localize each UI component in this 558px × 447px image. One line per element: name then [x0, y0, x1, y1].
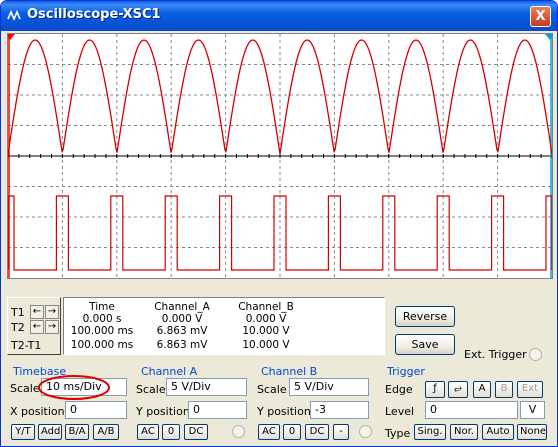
header-channel-a: Channel_A [154, 301, 210, 313]
trigger-level-field[interactable]: 0 [425, 401, 518, 419]
t1-label: T1 [11, 306, 25, 319]
t2-label: T2 [11, 321, 25, 334]
ext-trigger-label: Ext. Trigger [464, 348, 527, 361]
delta-channel-b: 10.000 V [242, 339, 290, 351]
edge-falling-button[interactable]: ⥂ [448, 381, 468, 398]
edge-rising-button[interactable]: ƒ [425, 381, 445, 398]
channel-a-ac-button[interactable]: AC [137, 424, 159, 440]
t2-right-arrow-button[interactable]: → [45, 320, 59, 334]
channel-b-ypos-label: Y position [257, 405, 311, 418]
waveform-plot [8, 34, 552, 278]
channel-b-scale-label: Scale [257, 383, 287, 396]
oscilloscope-window: Oscilloscope-XSC1 X T1 ← → T2 ← → T2-T1 … [0, 0, 558, 447]
channel-a-scale-field[interactable]: 5 V/Div [166, 378, 247, 396]
scale-highlight-ellipse [38, 375, 110, 400]
t1-channel-a: 0.000 V [161, 313, 203, 325]
close-button[interactable]: X [530, 6, 551, 27]
channel-b-ac-button[interactable]: AC [258, 424, 280, 440]
channel-b-zero-button[interactable]: 0 [283, 424, 301, 440]
trigger-auto-button[interactable]: Auto [482, 424, 514, 440]
ext-trigger-terminal[interactable] [529, 348, 542, 361]
channel-b-dc-button[interactable]: DC [305, 424, 329, 440]
t2-left-arrow-button[interactable]: ← [30, 320, 44, 334]
t1-time: 0.000 s [82, 313, 122, 325]
channel-b-terminal[interactable] [359, 425, 372, 438]
channel-a-scale-label: Scale [136, 383, 166, 396]
trigger-level-label: Level [385, 405, 415, 418]
channel-a-dc-button[interactable]: DC [184, 424, 208, 440]
channel-a-ypos-label: Y position [136, 405, 190, 418]
trigger-level-unit[interactable]: V [520, 401, 545, 419]
oscilloscope-app-icon [7, 9, 21, 22]
trigger-edge-label: Edge [385, 383, 413, 396]
t2-t1-label: T2-T1 [11, 339, 42, 352]
header-time: Time [89, 301, 115, 313]
channel-b-title: Channel B [261, 365, 318, 378]
trigger-normal-button[interactable]: Nor. [450, 424, 478, 440]
title-bar[interactable]: Oscilloscope-XSC1 X [1, 1, 557, 31]
trigger-source-a-button[interactable]: A [473, 381, 491, 398]
scope-display [7, 33, 553, 279]
timebase-xpos-field[interactable]: 0 [65, 401, 127, 419]
window-title: Oscilloscope-XSC1 [27, 7, 161, 22]
mode-ab-button[interactable]: A/B [93, 424, 119, 440]
mode-yt-button[interactable]: Y/T [11, 424, 35, 440]
save-button[interactable]: Save [395, 334, 455, 355]
mode-add-button[interactable]: Add [38, 424, 62, 440]
t1-right-arrow-button[interactable]: → [45, 305, 59, 319]
trigger-none-button[interactable]: None [517, 424, 547, 440]
channel-a-zero-button[interactable]: 0 [162, 424, 180, 440]
timebase-xpos-label: X position [10, 405, 65, 418]
mode-ba-button[interactable]: B/A [65, 424, 89, 440]
trigger-type-label: Type [385, 427, 411, 440]
channel-b-ypos-field[interactable]: -3 [310, 401, 369, 419]
trigger-source-ext-button[interactable]: Ext [517, 381, 543, 398]
reverse-button[interactable]: Reverse [395, 306, 455, 327]
t2-channel-b: 10.000 V [242, 325, 290, 337]
measurement-table: Time Channel_A Channel_B 0.000 s 0.000 V… [63, 297, 385, 355]
t1-channel-b: 0.000 V [245, 313, 287, 325]
cursor-controls: T1 ← → T2 ← → T2-T1 [7, 297, 61, 355]
channel-a-terminal[interactable] [232, 425, 245, 438]
delta-time: 100.000 ms [70, 339, 134, 351]
trigger-title: Trigger [387, 365, 425, 378]
channel-a-title: Channel A [141, 365, 198, 378]
trigger-source-b-button[interactable]: B [495, 381, 513, 398]
delta-channel-a: 6.863 mV [156, 339, 208, 351]
trigger-single-button[interactable]: Sing. [414, 424, 446, 440]
t2-time: 100.000 ms [70, 325, 134, 337]
t1-left-arrow-button[interactable]: ← [30, 305, 44, 319]
channel-b-minus-button[interactable]: - [333, 424, 349, 440]
t2-channel-a: 6.863 mV [156, 325, 208, 337]
channel-b-scale-field[interactable]: 5 V/Div [289, 378, 369, 396]
timebase-scale-label: Scale [10, 382, 40, 395]
header-channel-b: Channel_B [238, 301, 294, 313]
channel-a-ypos-field[interactable]: 0 [188, 401, 247, 419]
